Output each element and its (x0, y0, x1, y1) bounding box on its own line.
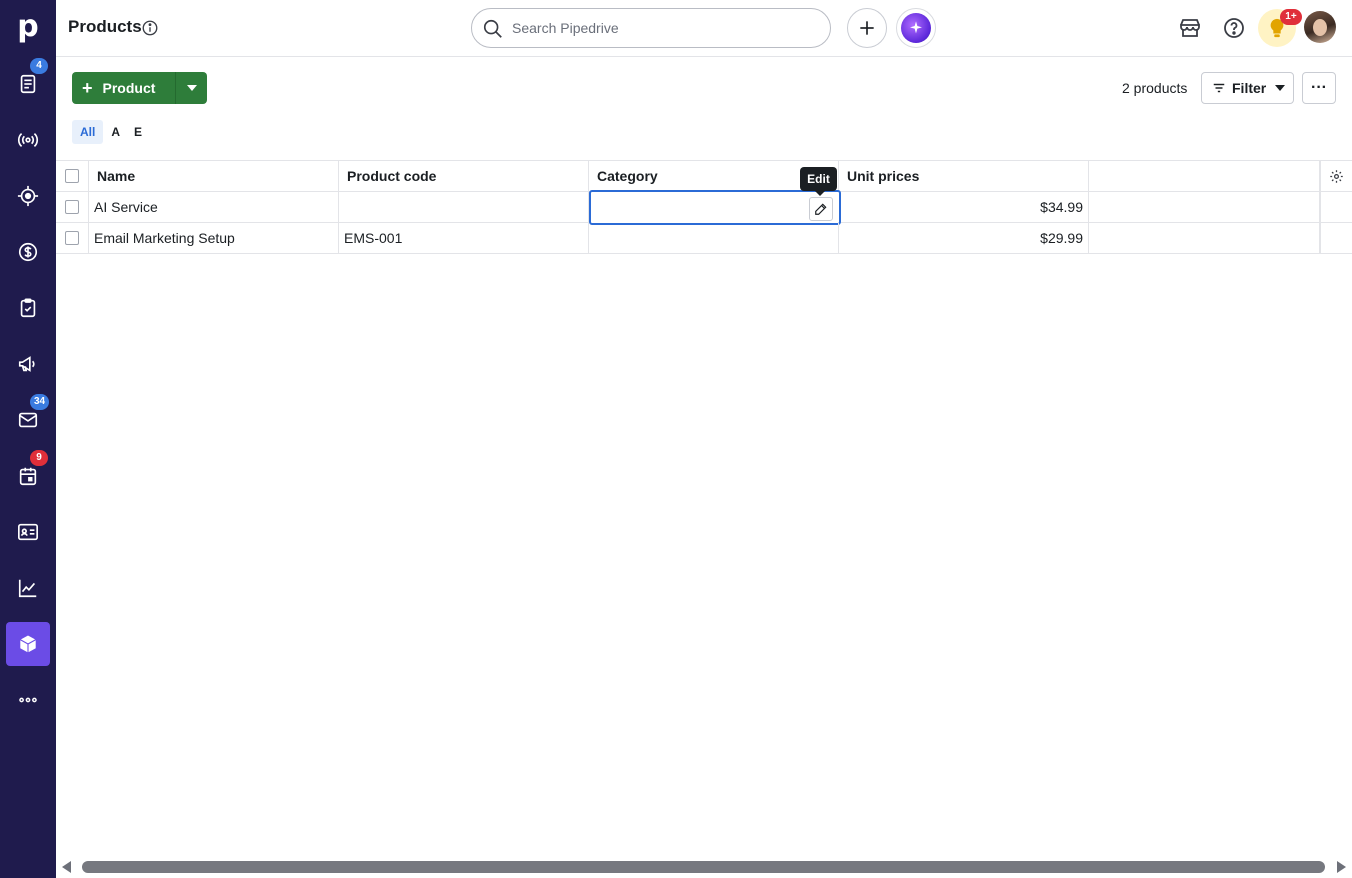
help-icon (1224, 18, 1244, 38)
row-select-cell (56, 223, 89, 253)
target-icon (17, 185, 39, 207)
table-header-row: Name Product code Category Unit prices (56, 160, 1352, 192)
row-checkbox[interactable] (65, 231, 79, 245)
column-header-empty (1089, 161, 1320, 191)
horizontal-scrollbar[interactable] (56, 856, 1352, 878)
gear-icon (1330, 169, 1343, 183)
column-header-name[interactable]: Name (89, 161, 339, 191)
select-all-cell (56, 161, 89, 191)
filter-icon (1213, 83, 1225, 93)
product-name-cell[interactable]: AI Service (89, 192, 339, 222)
calendar-badge: 9 (30, 450, 48, 466)
unit-price-cell[interactable]: $34.99 (839, 192, 1089, 222)
table-row[interactable]: Email Marketing Setup EMS-001 $29.99 (56, 223, 1352, 254)
sidebar-item-more[interactable] (6, 678, 50, 722)
product-box-icon (19, 634, 37, 654)
plus-icon: + (82, 77, 93, 98)
sidebar-item-activities[interactable] (6, 286, 50, 330)
plus-icon (860, 21, 874, 35)
sidebar-item-insights[interactable] (6, 566, 50, 610)
add-product-dropdown[interactable] (175, 72, 207, 104)
mail-badge: 34 (30, 394, 50, 410)
sidebar-item-campaigns-live[interactable] (6, 118, 50, 162)
sidebar-item-calendar[interactable]: 9 (6, 450, 50, 498)
letter-tab-a[interactable]: A (105, 120, 126, 144)
sidebar-item-leads[interactable]: 4 (6, 58, 50, 106)
filter-label: Filter (1232, 80, 1267, 96)
column-settings-button[interactable] (1320, 161, 1352, 191)
pipedrive-logo[interactable]: p (12, 10, 44, 44)
clipboard-check-icon (20, 298, 36, 318)
filter-button[interactable]: Filter (1201, 72, 1294, 104)
scroll-right-arrow[interactable] (1337, 861, 1346, 873)
empty-gear-cell (1320, 223, 1352, 253)
ai-assistant-button[interactable] (896, 8, 936, 48)
caret-down-icon (186, 85, 197, 91)
contact-card-icon (18, 523, 38, 541)
info-icon[interactable] (141, 19, 159, 37)
sidebar: p 4 34 9 (0, 0, 56, 878)
calendar-icon (19, 467, 37, 486)
top-header: Products 1+ (56, 0, 1352, 57)
letter-tab-e[interactable]: E (128, 120, 148, 144)
store-icon (1180, 19, 1200, 37)
sidebar-item-target[interactable] (6, 174, 50, 218)
empty-cell (1089, 192, 1320, 222)
help-button[interactable] (1220, 14, 1248, 42)
search-icon (483, 19, 502, 38)
empty-gear-cell (1320, 192, 1352, 222)
user-avatar[interactable] (1304, 11, 1336, 43)
sidebar-item-mail[interactable]: 34 (6, 394, 50, 442)
scrollbar-thumb[interactable] (82, 861, 1325, 873)
letter-filter-tabs: All A E (72, 120, 150, 144)
scroll-left-arrow[interactable] (62, 861, 71, 873)
sidebar-item-products[interactable] (6, 622, 50, 666)
sidebar-item-campaigns[interactable] (6, 342, 50, 386)
search-input[interactable] (512, 18, 812, 38)
add-product-button[interactable]: + Product (72, 72, 175, 104)
page-title: Products (68, 17, 142, 36)
search-box[interactable] (471, 8, 831, 48)
table-row[interactable]: AI Service $34.99 (56, 190, 1352, 225)
pencil-icon (815, 203, 827, 215)
product-name-cell[interactable]: Email Marketing Setup (89, 223, 339, 253)
edit-tooltip: Edit (800, 167, 837, 196)
notifications-badge: 1+ (1280, 9, 1302, 25)
column-header-product-code[interactable]: Product code (339, 161, 589, 191)
add-product-label: Product (102, 80, 156, 96)
leads-inbox-icon (20, 74, 36, 94)
chart-line-icon (18, 579, 37, 598)
product-code-cell[interactable] (339, 192, 589, 222)
row-select-cell (56, 192, 89, 222)
products-count: 2 products (1122, 80, 1188, 96)
category-cell[interactable] (589, 223, 839, 253)
category-cell-focused[interactable] (589, 190, 841, 225)
edit-cell-button[interactable] (809, 197, 833, 221)
column-header-unit-prices[interactable]: Unit prices (839, 161, 1089, 191)
unit-price-cell[interactable]: $29.99 (839, 223, 1089, 253)
empty-cell (1089, 223, 1320, 253)
row-checkbox[interactable] (65, 200, 79, 214)
caret-down-icon (1275, 85, 1286, 91)
product-code-cell[interactable]: EMS-001 (339, 223, 589, 253)
quick-add-button[interactable] (847, 8, 887, 48)
letter-tab-all[interactable]: All (72, 120, 104, 144)
more-actions-button[interactable]: ··· (1302, 72, 1336, 104)
dollar-icon (18, 242, 38, 262)
mail-icon (18, 412, 38, 428)
sidebar-item-deals[interactable] (6, 230, 50, 274)
sidebar-item-contacts[interactable] (6, 510, 50, 554)
marketplace-button[interactable] (1176, 14, 1204, 42)
more-dots-icon (19, 697, 37, 703)
broadcast-icon (17, 132, 39, 148)
sparkle-icon (901, 13, 931, 43)
select-all-checkbox[interactable] (65, 169, 79, 183)
megaphone-icon (18, 356, 35, 372)
leads-badge: 4 (30, 58, 48, 74)
